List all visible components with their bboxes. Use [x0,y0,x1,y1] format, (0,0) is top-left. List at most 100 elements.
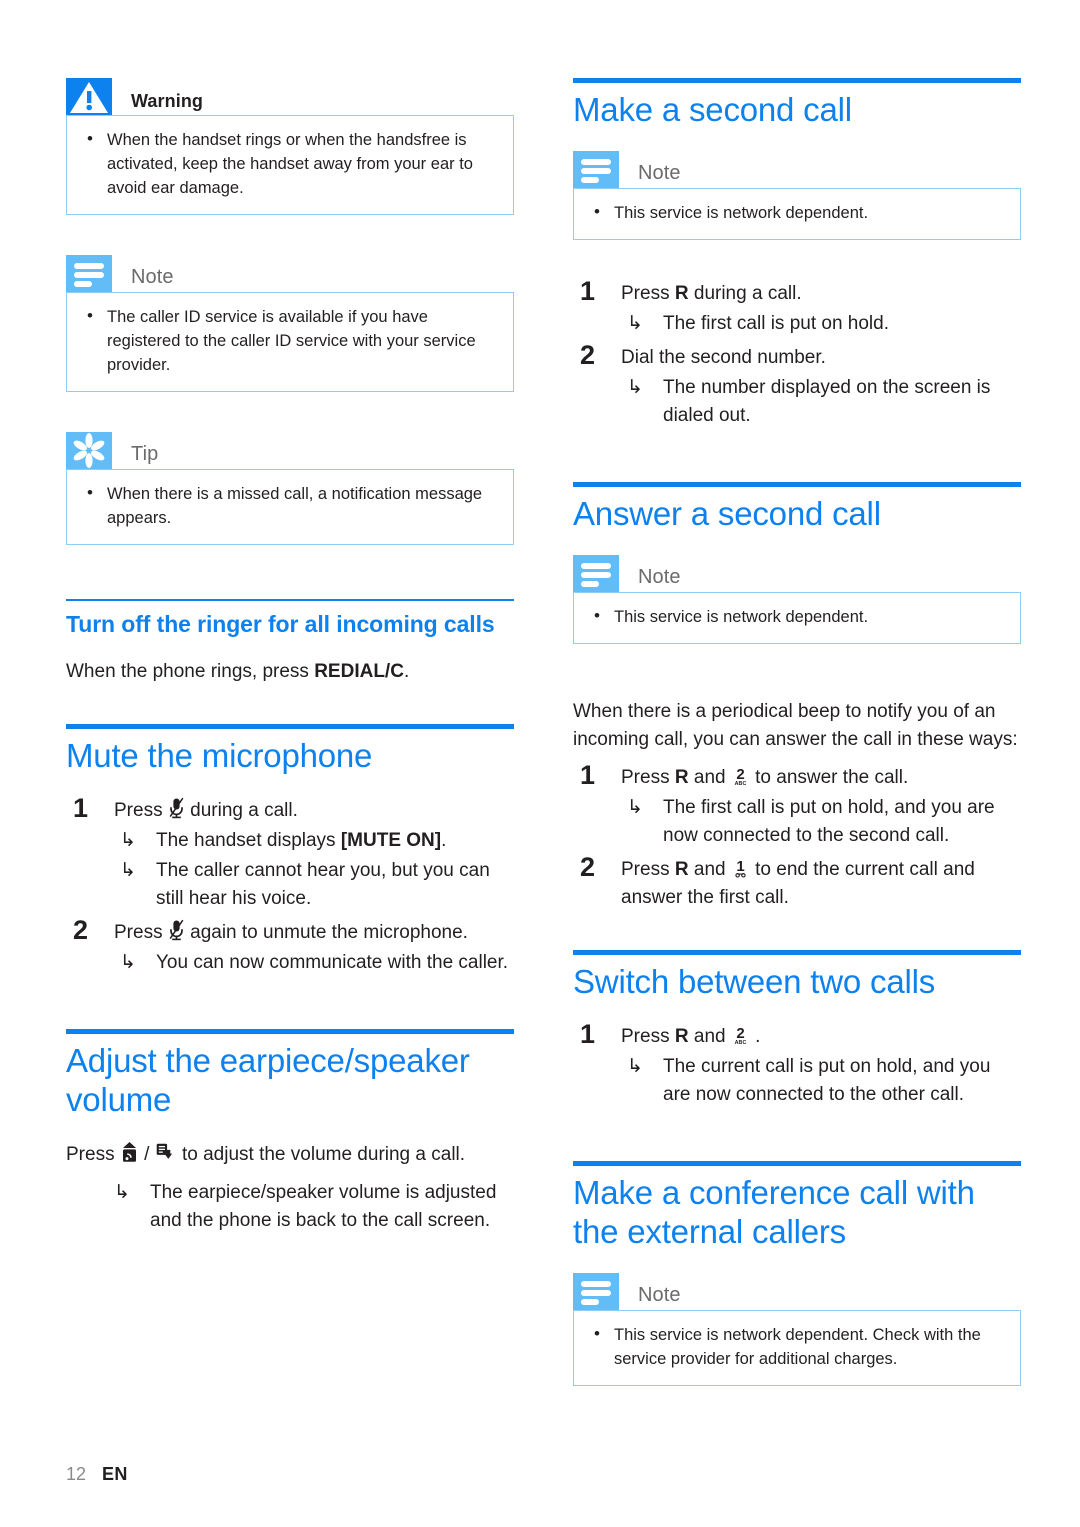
result-item: ↳ The first call is put on hold. [621,310,1021,338]
volume-up-key-icon [120,1141,139,1163]
result-arrow-icon: ↳ [627,377,643,398]
tip-callout: Tip When there is a missed call, a notif… [66,432,514,545]
step-text-mid: and [688,767,731,788]
mute-step-2-results: ↳ You can now communicate with the caller… [114,949,514,977]
warning-triangle-icon [66,78,118,115]
note-callout-item: This service is network dependent. [590,604,1004,629]
key-r-label: R [674,1026,689,1047]
result-text: The current call is put on hold, and you… [663,1056,991,1105]
svg-text:ABC: ABC [735,1040,747,1045]
key-2-abc-icon: 2 ABC [731,1023,750,1045]
result-item: ↳ The earpiece/speaker volume is adjusted… [66,1179,514,1235]
step-text-prefix: Press [621,283,675,304]
step-text-prefix: Press [621,1026,675,1047]
make-second-call-steps: 1 Press R during a call. ↳ The first call… [573,276,1021,430]
answer-second-call-steps: 1 Press R and 2 ABC to answer the call. … [573,760,1021,912]
mute-steps-list: 1 Press during a call. ↳ The handset disp… [66,793,514,977]
note-callout-header: Note [573,1273,1021,1310]
volume-instruction-prefix: Press [66,1144,120,1165]
volume-instruction: Press / to adjust the volume during a ca… [66,1141,514,1169]
section-rule-make-second-call [573,78,1021,83]
note-callout-title: Note [638,162,681,184]
answer-second-call-intro: When there is a periodical beep to notif… [573,701,1018,750]
ringer-instruction-prefix: When the phone rings, press [66,661,315,682]
step-number: 2 [580,340,596,370]
page-number: 12 [66,1464,87,1484]
note-callout-header: Note [573,555,1021,592]
step-1-results: ↳ The current call is put on hold, and yo… [621,1053,1021,1109]
section-heading-mute: Mute the microphone [66,737,373,774]
result-text: The earpiece/speaker volume is adjusted … [150,1182,497,1231]
page-footer: 12 EN [66,1463,128,1485]
step-text: Press during a call. [114,797,298,821]
result-arrow-icon: ↳ [120,860,136,881]
note-callout: Note The caller ID service is available … [66,255,514,392]
section-rule-switch-calls [573,950,1021,955]
result-arrow-icon: ↳ [120,830,136,851]
make-second-call-step-2: 2 Dial the second number. ↳ The number di… [573,340,1021,430]
step-text-mid: and [688,1026,731,1047]
note-lines-icon [66,255,118,292]
step-text: Press again to unmute the microphone. [114,919,468,943]
left-column: Warning When the handset rings or when t… [66,78,514,1259]
warning-callout-body: When the handset rings or when the hands… [66,115,514,215]
result-text: The first call is put on hold. [663,313,889,334]
result-text-suffix: . [441,830,447,851]
note-callout-header: Note [573,151,1021,188]
step-number: 2 [73,915,89,945]
key-r-label: R [674,859,689,880]
step-text-suffix: during a call. [184,800,298,821]
redial-key-label: REDIAL/C [314,661,404,682]
step-1-results: ↳ The first call is put on hold. [621,310,1021,338]
step-number: 1 [580,276,596,306]
result-item: ↳ The first call is put on hold, and you … [621,794,1021,850]
page-language: EN [102,1464,128,1484]
result-text-bold: [MUTE ON] [340,830,442,851]
note-callout-item: This service is network dependent. [590,200,1004,225]
section-heading-switch-calls: Switch between two calls [573,963,936,1000]
tip-starburst-icon [66,432,118,469]
step-text: Press R and 1 to end the current call an… [621,858,975,908]
section-adjust-volume: Adjust the earpiece/speaker volume Press… [66,1029,514,1235]
step-2-results: ↳ The number displayed on the screen is d… [621,374,1021,430]
step-text-mid: and [688,859,731,880]
note-callout-item: This service is network dependent. Check… [590,1322,1004,1371]
subsection-rule [66,599,514,601]
section-mute-microphone: Mute the microphone 1 Press during a cal… [66,724,514,977]
step-text-suffix: . [749,1026,761,1047]
switch-calls-step-1: 1 Press R and 2 ABC . ↳ The current call … [573,1019,1021,1109]
step-text-prefix: Press [114,800,168,821]
result-arrow-icon: ↳ [627,1056,643,1077]
key-2-abc-icon: 2 ABC [731,764,750,786]
mute-step-1-results: ↳ The handset displays [MUTE ON]. ↳ The ca… [114,827,514,913]
volume-instruction-suffix: to adjust the volume during a call. [176,1144,466,1165]
warning-callout: Warning When the handset rings or when t… [66,78,514,215]
note-callout-body: The caller ID service is available if yo… [66,292,514,392]
step-text: Dial the second number. [621,347,826,368]
key-r-label: R [674,767,689,788]
svg-text:ABC: ABC [735,781,747,786]
warning-callout-title: Warning [131,91,204,111]
svg-text:1: 1 [736,858,744,875]
result-text: The caller cannot hear you, but you can … [156,860,490,909]
step-1-results: ↳ The first call is put on hold, and you … [621,794,1021,850]
result-item: ↳ The handset displays [MUTE ON]. [114,827,514,855]
result-item: ↳ The number displayed on the screen is d… [621,374,1021,430]
volume-down-key-icon [155,1141,177,1163]
mute-step-1: 1 Press during a call. ↳ The handset disp… [66,793,514,913]
section-heading-volume: Adjust the earpiece/speaker volume [66,1042,470,1118]
section-rule-mute [66,724,514,729]
note-callout-item: The caller ID service is available if yo… [83,304,497,377]
result-arrow-icon: ↳ [627,313,643,334]
warning-callout-header: Warning [66,78,514,115]
step-number: 1 [580,1019,596,1049]
volume-results: ↳ The earpiece/speaker volume is adjusted… [66,1179,514,1235]
step-number: 1 [580,760,596,790]
ringer-instruction-suffix: . [403,661,410,682]
step-text: Press R and 2 ABC . [621,1023,761,1047]
result-text: The number displayed on the screen is di… [663,377,991,426]
make-second-call-step-1: 1 Press R during a call. ↳ The first call… [573,276,1021,338]
step-text-suffix: again to unmute the microphone. [184,922,468,943]
subsection-heading-ringer: Turn off the ringer for all incoming cal… [66,611,495,637]
mute-step-2: 2 Press again to unmute the microphone. … [66,915,514,977]
